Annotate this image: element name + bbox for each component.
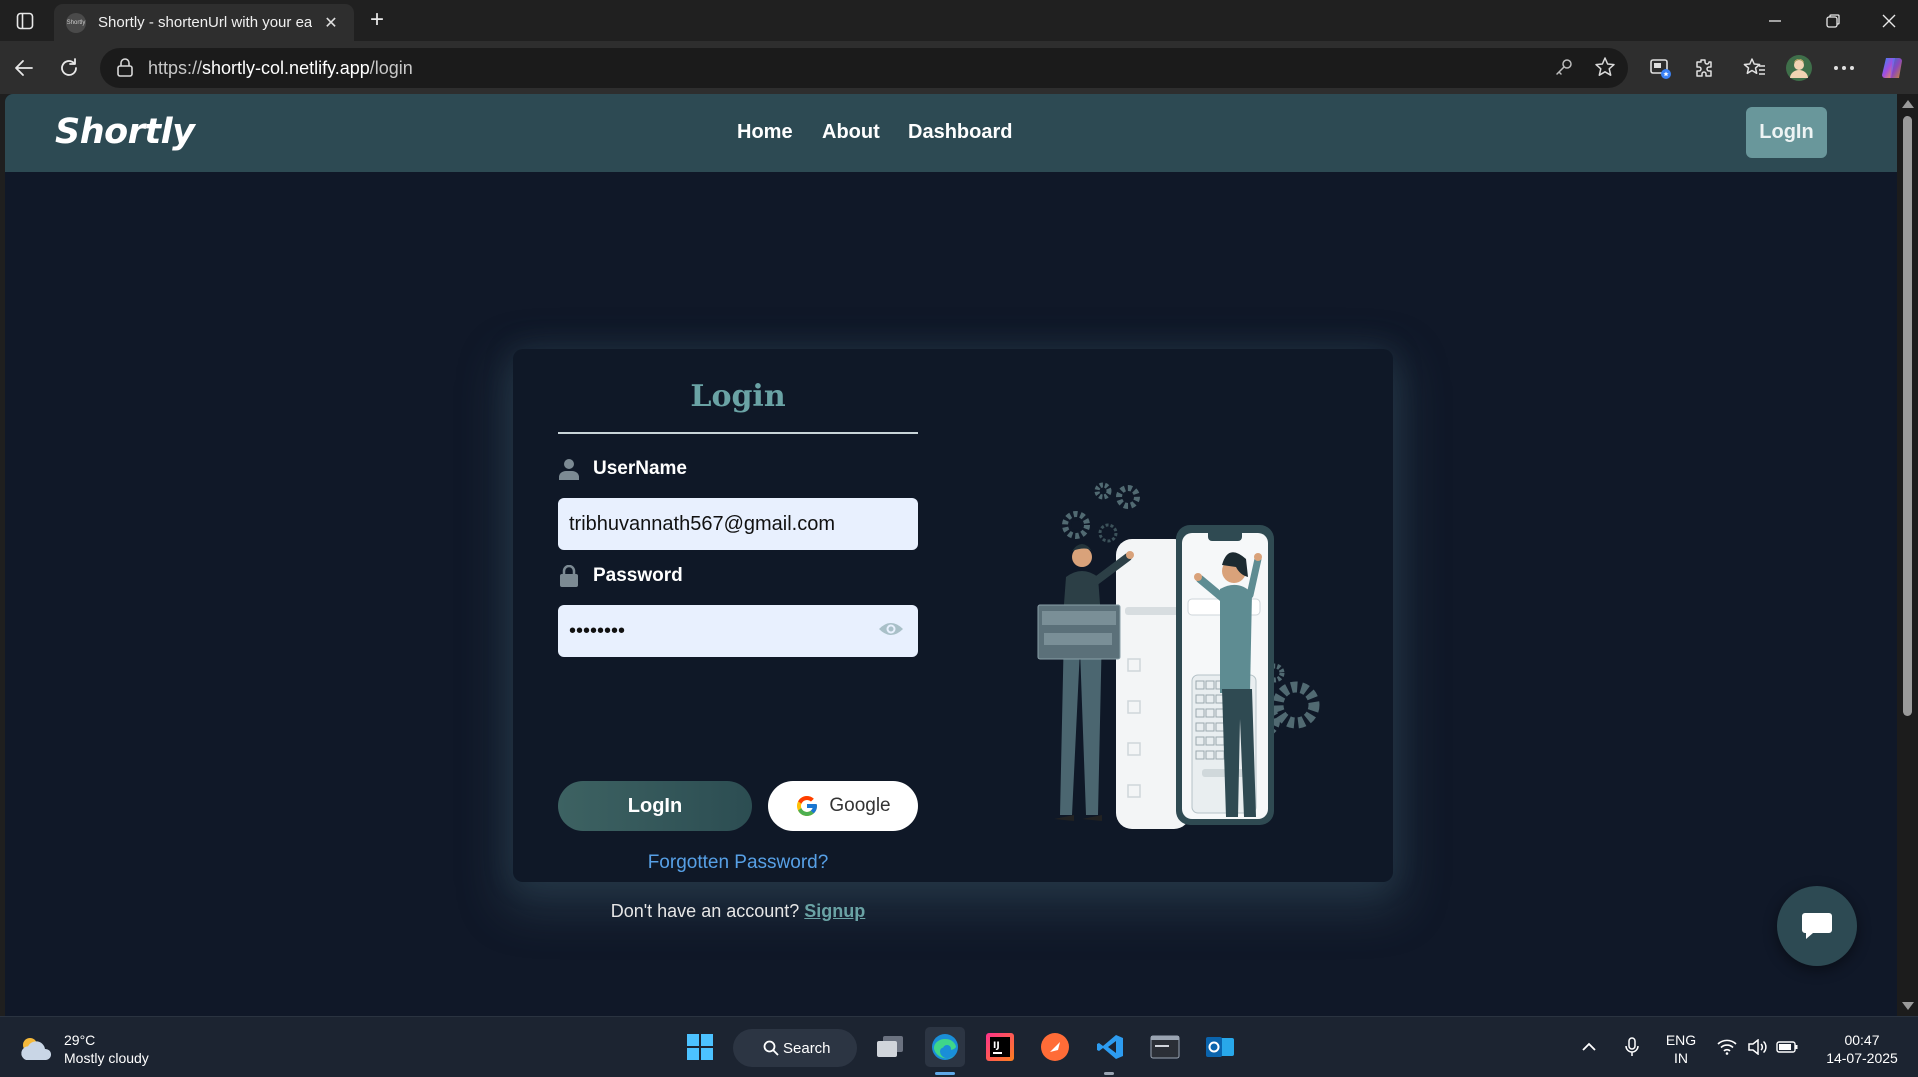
show-password-eye-icon[interactable]	[878, 619, 904, 645]
clock[interactable]: 00:47 14-07-2025	[1812, 1031, 1912, 1067]
language-indicator[interactable]: ENG IN	[1660, 1031, 1702, 1067]
back-icon[interactable]	[7, 51, 41, 85]
profile-avatar[interactable]	[1781, 50, 1817, 86]
tab-close-icon[interactable]: ✕	[320, 13, 342, 33]
browser-toolbar: https://shortly-col.netlify.app/login	[0, 41, 1918, 94]
password-value: ••••••••	[569, 619, 626, 642]
tab-title: Shortly - shortenUrl with your eas	[98, 14, 312, 31]
language-line2: IN	[1674, 1050, 1688, 1066]
username-input[interactable]: tribhuvannath567@gmail.com	[558, 498, 918, 550]
battery-icon[interactable]	[1772, 1027, 1802, 1067]
copilot-icon[interactable]	[1876, 50, 1912, 86]
show-hidden-icons-chevron-icon[interactable]	[1574, 1027, 1604, 1067]
task-view-icon[interactable]	[870, 1027, 910, 1067]
login-card: Login UserName tribhuvannath567@gmail.co…	[513, 349, 1393, 921]
postman-icon[interactable]	[1035, 1027, 1075, 1067]
google-button-label: Google	[829, 795, 891, 816]
site-logo[interactable]: Shortly	[55, 112, 195, 152]
microphone-icon[interactable]	[1617, 1027, 1647, 1067]
clock-time: 00:47	[1844, 1032, 1880, 1048]
lock-icon	[558, 564, 580, 588]
page-scrollbar[interactable]	[1897, 94, 1918, 1016]
login-title: Login	[690, 379, 786, 414]
minimize-icon[interactable]	[1746, 0, 1804, 41]
google-signin-button[interactable]: Google	[768, 781, 918, 831]
favorites-icon[interactable]	[1737, 50, 1773, 86]
intellij-icon[interactable]: IJ	[980, 1027, 1020, 1067]
chat-bubble-icon	[1802, 913, 1832, 939]
tab-actions-icon[interactable]	[10, 8, 40, 34]
url-prefix: https://	[148, 57, 203, 78]
search-label: Search	[783, 1039, 831, 1057]
password-label-row: Password	[558, 564, 683, 588]
extensions-icon[interactable]	[1686, 50, 1722, 86]
mysql-terminal-icon[interactable]	[1145, 1027, 1185, 1067]
windows-taskbar: 29°C Mostly cloudy Search IJ ENG IN 00:4…	[0, 1016, 1918, 1077]
favicon-icon: Shortly	[66, 12, 86, 33]
scrollbar-thumb[interactable]	[1903, 116, 1912, 716]
vscode-icon[interactable]	[1090, 1027, 1130, 1067]
search-icon	[763, 1040, 779, 1056]
volume-icon[interactable]	[1742, 1027, 1772, 1067]
browser-essentials-icon[interactable]	[1642, 50, 1678, 86]
user-icon	[558, 457, 580, 481]
language-line1: ENG	[1665, 1032, 1697, 1048]
nav-about-link[interactable]: About	[822, 121, 880, 144]
start-windows-icon[interactable]	[680, 1027, 720, 1067]
weather-temp: 29°C	[64, 1032, 96, 1048]
nav-login-button[interactable]: LogIn	[1746, 107, 1827, 158]
forgot-password-link[interactable]: Forgotten Password?	[558, 852, 918, 874]
signup-link[interactable]: Signup	[804, 901, 865, 921]
username-label: UserName	[593, 458, 687, 479]
favorite-star-icon[interactable]	[1587, 49, 1623, 85]
scroll-up-arrow-icon[interactable]	[1902, 100, 1914, 108]
browser-tab[interactable]: Shortly Shortly - shortenUrl with your e…	[54, 4, 354, 41]
password-key-icon[interactable]	[1546, 49, 1582, 85]
username-label-row: UserName	[558, 457, 687, 481]
password-label: Password	[593, 565, 683, 586]
more-options-icon[interactable]	[1826, 50, 1862, 86]
url-path: /login	[369, 57, 413, 78]
cloudy-weather-icon	[21, 1038, 52, 1060]
wifi-icon[interactable]	[1712, 1027, 1742, 1067]
edge-active-indicator	[935, 1072, 955, 1075]
weather-desc: Mostly cloudy	[64, 1050, 149, 1066]
google-g-icon	[797, 796, 818, 816]
weather-widget[interactable]: 29°C Mostly cloudy	[18, 1031, 149, 1067]
login-submit-button[interactable]: LogIn	[558, 781, 752, 831]
refresh-icon[interactable]	[52, 51, 86, 85]
login-illustration	[1037, 482, 1320, 829]
site-navbar: Shortly Home About Dashboard LogIn	[5, 94, 1897, 172]
address-bar[interactable]: https://shortly-col.netlify.app/login	[100, 48, 1628, 88]
chat-button[interactable]	[1777, 886, 1857, 966]
restore-icon[interactable]	[1804, 0, 1862, 41]
password-input[interactable]: ••••••••	[558, 605, 918, 657]
outlook-icon[interactable]	[1200, 1027, 1240, 1067]
edge-browser-icon[interactable]	[925, 1027, 965, 1067]
clock-date: 14-07-2025	[1826, 1050, 1898, 1066]
gear-cluster-top-icon	[1062, 482, 1140, 543]
nav-dashboard-link[interactable]: Dashboard	[908, 121, 1012, 144]
signup-prompt-row: Don't have an account? Signup	[558, 901, 918, 922]
scroll-down-arrow-icon[interactable]	[1902, 1002, 1914, 1010]
browser-titlebar: Shortly Shortly - shortenUrl with your e…	[0, 0, 1918, 41]
close-window-icon[interactable]	[1860, 0, 1918, 41]
vscode-open-indicator	[1104, 1072, 1114, 1075]
signup-prompt-text: Don't have an account?	[610, 901, 800, 921]
site-info-icon[interactable]	[116, 58, 138, 78]
title-divider	[558, 432, 918, 434]
nav-home-link[interactable]: Home	[737, 121, 793, 144]
svg-text:IJ: IJ	[993, 1041, 1000, 1051]
new-tab-button[interactable]: +	[362, 6, 392, 36]
page-viewport: Shortly Home About Dashboard LogIn Login…	[5, 94, 1897, 1016]
taskbar-search[interactable]: Search	[733, 1029, 857, 1067]
url-host: shortly-col.netlify.app	[202, 57, 370, 78]
